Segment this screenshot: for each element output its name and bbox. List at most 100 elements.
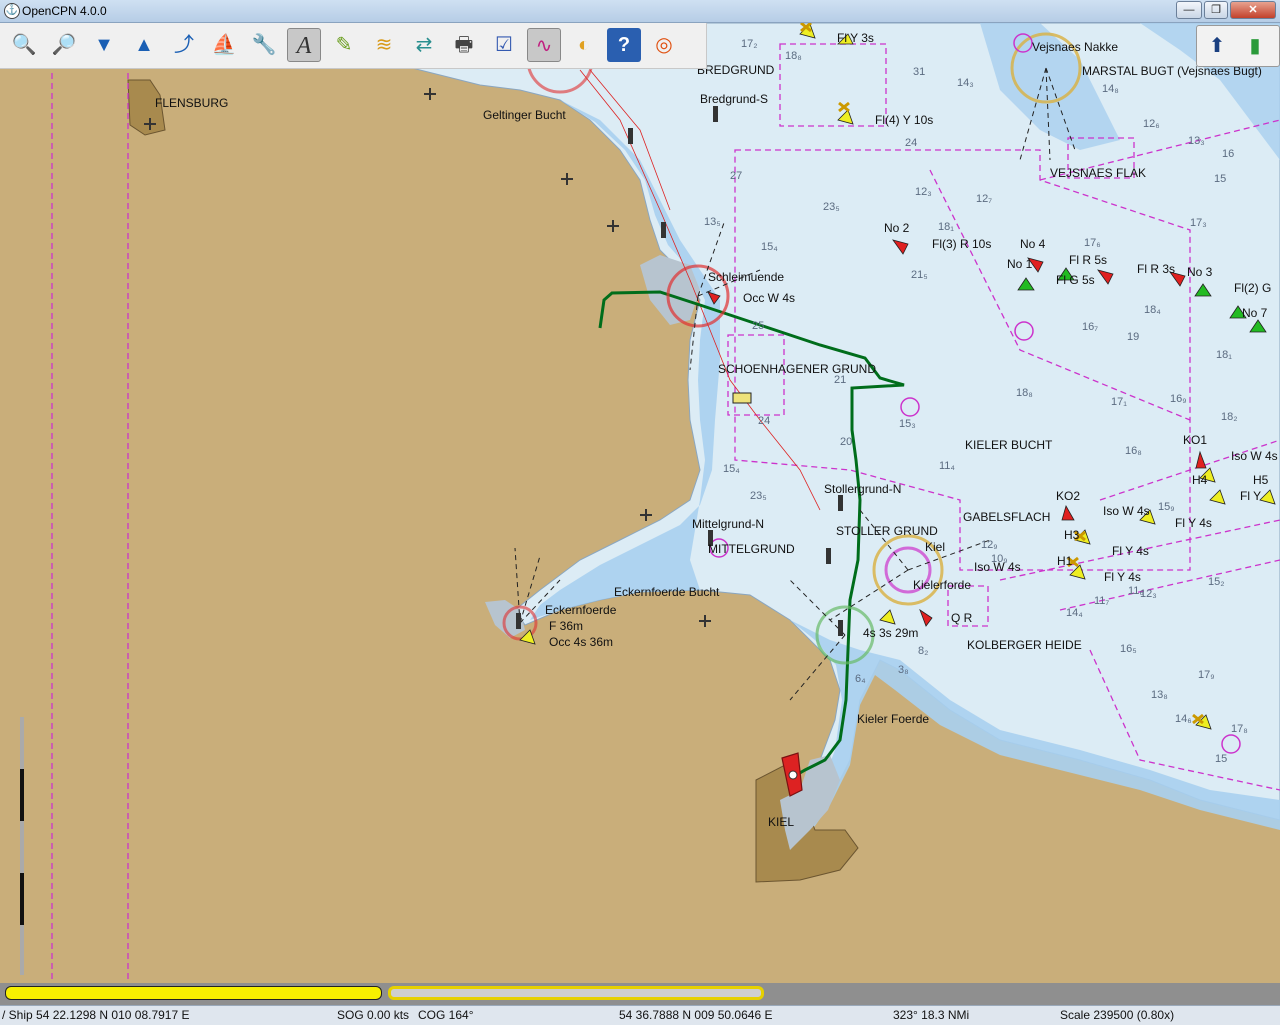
auto-follow-icon[interactable]: ⛵ (207, 28, 241, 62)
sounding: 18₈ (1016, 387, 1033, 399)
sounding: 14₆ (1175, 713, 1192, 725)
text-tool-icon[interactable]: A (287, 28, 321, 62)
sounding: 15 (1215, 753, 1228, 765)
label-flensburg: FLENSBURG (155, 96, 229, 110)
label-no-1: No 1 (1007, 257, 1033, 271)
chart-scale-bar (20, 717, 24, 975)
sounding: 17₂ (741, 38, 758, 50)
sounding: 24 (905, 137, 918, 149)
label-f-36m: F 36m (549, 619, 584, 633)
label-kielerforde-light: Kielerforde (913, 578, 972, 592)
label-schoenhagener-grund: SCHOENHAGENER GRUND (718, 362, 877, 376)
track-icon[interactable]: ∿ (527, 28, 561, 62)
chart-scale: Scale 239500 (0.80x) (1060, 1008, 1175, 1022)
course-over-ground: COG 164° (418, 1008, 474, 1022)
sounding: 13₈ (1151, 689, 1168, 701)
yellow-structure (732, 392, 752, 404)
label-fl-r-3s: Fl R 3s (1137, 262, 1176, 276)
sounding: 18₁ (938, 221, 954, 233)
sounding: 18₄ (1144, 304, 1161, 316)
sounding: 14₈ (1102, 83, 1119, 95)
settings-icon[interactable]: 🔧 (247, 28, 281, 62)
compass-widget[interactable]: ⬆ ▮ (1196, 25, 1280, 67)
label-vejsnaes-nakke: Vejsnaes Nakke (1032, 40, 1119, 54)
label-kiel: KIEL (768, 815, 795, 829)
label-bulk-light: 4s 3s 29m (863, 626, 919, 640)
sounding: 24 (758, 415, 771, 427)
help-icon[interactable]: ? (607, 28, 641, 62)
minimize-button[interactable]: — (1176, 1, 1202, 19)
currents-icon[interactable]: ⇄ (407, 28, 441, 62)
label-fl-y-3s: Fl Y 3s (837, 31, 874, 45)
mob-icon[interactable]: ◎ (647, 28, 681, 62)
label-kolberger-heide: KOLBERGER HEIDE (967, 638, 1082, 652)
close-button[interactable]: ✕ (1230, 1, 1276, 19)
sounding: 27 (730, 170, 743, 182)
maximize-button[interactable]: ❐ (1204, 1, 1228, 19)
sounding: 17₈ (1231, 723, 1248, 735)
label-fl-r-5s: Fl R 5s (1069, 253, 1108, 267)
bearing-distance: 323° 18.3 NMi (893, 1008, 970, 1022)
chart-key-active[interactable] (5, 986, 382, 1000)
color-scheme-icon[interactable]: ◐ (567, 28, 601, 62)
label-h4: H4 (1192, 473, 1208, 487)
label-fl3-r-10s: Fl(3) R 10s (932, 237, 992, 251)
sounding: 17₁ (1111, 396, 1127, 408)
sounding: 6₄ (855, 673, 866, 685)
chart-canvas[interactable]: FLENSBURG Geltinger Bucht BREDGRUND Bred… (0, 23, 1280, 983)
sounding: 25 (752, 320, 765, 332)
label-iso-w-4s-a: Iso W 4s (1231, 449, 1278, 463)
chart-key[interactable] (388, 986, 764, 1000)
sounding: 18₂ (1221, 411, 1238, 423)
route-manager-icon[interactable]: ☑ (487, 28, 521, 62)
sounding: 8₂ (918, 645, 929, 657)
chart-piano-bar (0, 983, 1280, 1005)
label-h5: H5 (1253, 473, 1269, 487)
label-fl-y-4s-c: Fl Y 4s (1104, 570, 1141, 584)
label-bredgrund-s: Bredgrund-S (700, 92, 769, 106)
scale-up-icon[interactable]: ▲ (127, 28, 161, 62)
label-fl-y-a: Fl Y (1240, 489, 1262, 503)
label-fl-y-4s-a: Fl Y 4s (1175, 516, 1212, 530)
sounding: 23₅ (750, 490, 767, 502)
speed-over-ground: SOG 0.00 kts (337, 1008, 410, 1022)
sounding: 16₉ (1170, 393, 1187, 405)
label-occ-w-4s: Occ W 4s (743, 291, 796, 305)
ship-position: / Ship 54 22.1298 N 010 08.7917 E (2, 1008, 190, 1022)
sounding: 13₃ (1188, 135, 1205, 147)
sounding: 15₄ (761, 241, 778, 253)
scale-down-icon[interactable]: ▼ (87, 28, 121, 62)
zoom-out-icon[interactable]: 🔎 (47, 28, 81, 62)
zoom-in-icon[interactable]: 🔍 (7, 28, 41, 62)
sounding: 15₄ (723, 463, 740, 475)
sounding: 17₉ (1198, 669, 1215, 681)
label-gabelsflach: GABELSFLACH (963, 510, 1051, 524)
sounding: 31 (913, 66, 926, 78)
mark-icon[interactable]: ✎ (327, 28, 361, 62)
opencpn-app-icon: ⚓ (4, 3, 20, 19)
sounding: 12₃ (915, 186, 932, 198)
sounding: 14₃ (957, 77, 974, 89)
sounding: 18₁ (1216, 349, 1232, 361)
sounding: 14₄ (1066, 607, 1083, 619)
sounding: 20 (840, 436, 853, 448)
status-bar: / Ship 54 22.1298 N 010 08.7917 E SOG 0.… (0, 1005, 1280, 1025)
label-fl-g-5s: Fl G 5s (1056, 273, 1095, 287)
label-ko1: KO1 (1183, 433, 1208, 447)
sounding: 12₉ (981, 539, 998, 551)
label-fl4-y-10s: Fl(4) Y 10s (875, 113, 934, 127)
create-route-icon[interactable]: ⤴ (167, 28, 201, 62)
label-eckernfoerde-bucht: Eckernfoerde Bucht (614, 585, 720, 599)
label-occ-4s-36m: Occ 4s 36m (549, 635, 614, 649)
north-arrow-icon: ⬆ (1208, 35, 1226, 57)
label-kieler-foerde: Kieler Foerde (857, 712, 930, 726)
sounding: 15 (1214, 173, 1227, 185)
label-kieler-bucht: KIELER BUCHT (965, 438, 1053, 452)
sounding: 11₄ (939, 460, 955, 472)
label-vejsnaes-flak: VEJSNAES FLAK (1050, 166, 1147, 180)
label-mittelgrund-n: Mittelgrund-N (692, 517, 765, 531)
label-fl2-g: Fl(2) G (1234, 281, 1272, 295)
print-icon[interactable]: 🖶 (447, 28, 481, 62)
sounding: 15₂ (1208, 576, 1225, 588)
tides-icon[interactable]: ≋ (367, 28, 401, 62)
